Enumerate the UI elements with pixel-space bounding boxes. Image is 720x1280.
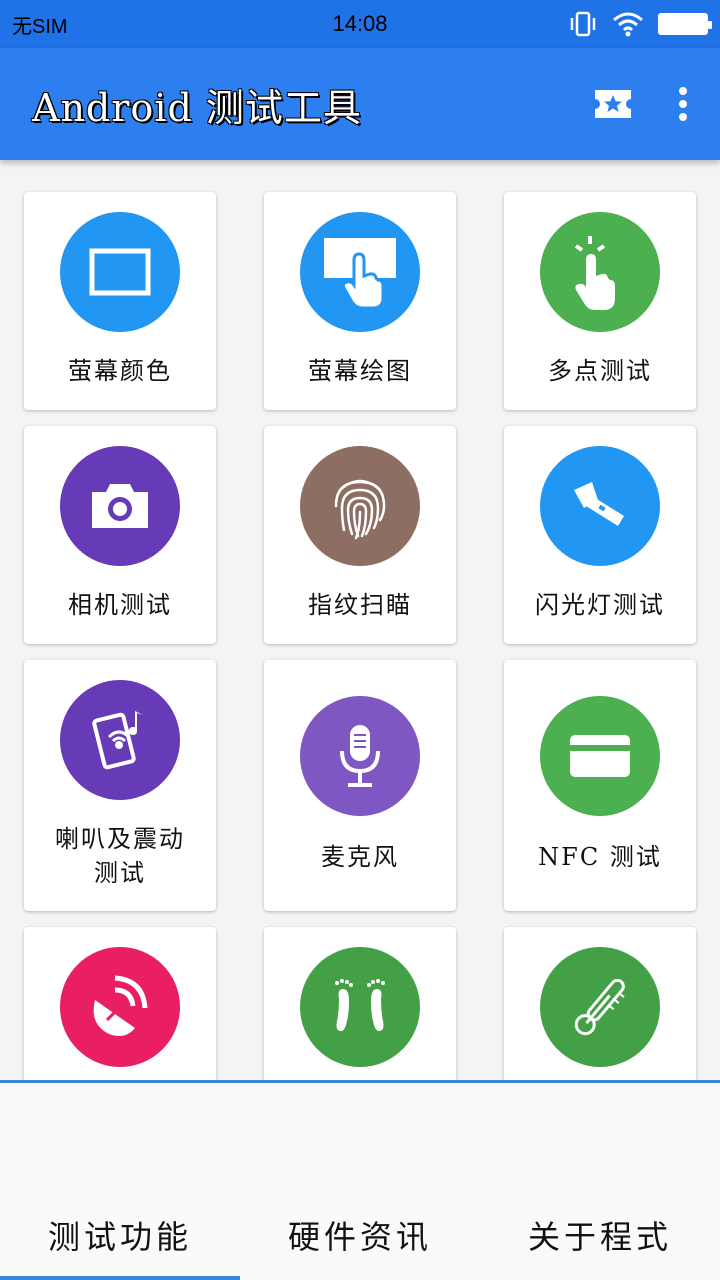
tile-label: 指纹扫瞄 bbox=[308, 591, 412, 619]
tile-label: NFC 测试 bbox=[538, 843, 662, 871]
tile-label: 相机测试 bbox=[68, 591, 172, 619]
more-vert-icon[interactable] bbox=[678, 86, 688, 122]
tile-gps[interactable] bbox=[24, 927, 216, 1080]
tile-icon-bg bbox=[300, 947, 420, 1067]
tile-label: 萤幕颜色 bbox=[68, 357, 172, 385]
wifi-icon bbox=[613, 12, 643, 37]
tile-icon-bg bbox=[300, 212, 420, 332]
tile-label-line2: 测试 bbox=[94, 859, 146, 887]
tab-hardware-info[interactable]: 硬件资讯 bbox=[240, 1190, 480, 1280]
tile-icon-bg bbox=[540, 696, 660, 816]
fingerprint-icon bbox=[334, 479, 386, 540]
tile-fingerprint[interactable]: 指纹扫瞄 bbox=[264, 426, 456, 644]
tile-icon-bg bbox=[300, 696, 420, 816]
tile-icon-bg bbox=[540, 212, 660, 332]
tile-label: 闪光灯测试 bbox=[535, 591, 665, 619]
app-title: Android 测试工具 bbox=[32, 85, 362, 130]
tile-camera[interactable]: 相机测试 bbox=[24, 426, 216, 644]
tab-test-functions[interactable]: 测试功能 bbox=[0, 1190, 240, 1280]
carrier-text: 无SIM bbox=[12, 15, 68, 38]
tile-label: 麦克风 bbox=[321, 843, 399, 871]
satellite-dish-icon bbox=[93, 975, 148, 1036]
tile-multitouch[interactable]: 多点测试 bbox=[504, 192, 696, 410]
bottom-tabs: 测试功能 硬件资讯 关于程式 bbox=[0, 1190, 720, 1280]
tile-icon-bg bbox=[300, 446, 420, 566]
tile-speaker-vibration[interactable]: 喇叭及震动 测试 bbox=[24, 660, 216, 911]
tap-gesture-icon bbox=[574, 236, 615, 310]
tile-icon-bg bbox=[60, 680, 180, 800]
tile-screen-color[interactable]: 萤幕颜色 bbox=[24, 192, 216, 410]
app-bar: Android 测试工具 bbox=[0, 48, 720, 160]
footprints-icon bbox=[335, 979, 385, 1031]
status-bar: 无SIM 14:08 bbox=[0, 0, 720, 48]
thermometer-icon bbox=[574, 978, 625, 1036]
test-grid: 萤幕颜色 萤幕绘图 多点测试 相机测试 指纹扫瞄 闪光灯测试 喇叭及震动 测试 … bbox=[0, 160, 720, 1080]
tile-nfc[interactable]: NFC 测试 bbox=[504, 660, 696, 911]
vibrate-icon bbox=[570, 11, 596, 37]
tile-icon-bg bbox=[60, 947, 180, 1067]
tile-flashlight[interactable]: 闪光灯测试 bbox=[504, 426, 696, 644]
screen-rectangle-icon bbox=[89, 248, 151, 296]
touch-draw-icon bbox=[324, 238, 396, 310]
flashlight-icon bbox=[574, 482, 624, 526]
tile-label: 萤幕绘图 bbox=[308, 357, 412, 385]
tile-label-line1: 喇叭及震动 bbox=[55, 825, 185, 853]
battery-icon bbox=[658, 13, 712, 35]
app-actions bbox=[592, 86, 688, 122]
status-icons bbox=[568, 11, 712, 37]
tab-about[interactable]: 关于程式 bbox=[480, 1190, 720, 1280]
card-icon bbox=[570, 735, 630, 777]
tile-pedometer[interactable] bbox=[264, 927, 456, 1080]
ticket-star-icon[interactable] bbox=[592, 87, 634, 121]
tile-microphone[interactable]: 麦克风 bbox=[264, 660, 456, 911]
tile-icon-bg bbox=[60, 212, 180, 332]
tile-icon-bg bbox=[540, 947, 660, 1067]
camera-icon bbox=[92, 484, 148, 528]
tile-label: 多点测试 bbox=[548, 357, 652, 385]
tile-icon-bg bbox=[60, 446, 180, 566]
phone-sound-icon bbox=[92, 711, 143, 770]
microphone-icon bbox=[340, 725, 380, 787]
tile-temperature[interactable] bbox=[504, 927, 696, 1080]
tile-icon-bg bbox=[540, 446, 660, 566]
tile-screen-draw[interactable]: 萤幕绘图 bbox=[264, 192, 456, 410]
